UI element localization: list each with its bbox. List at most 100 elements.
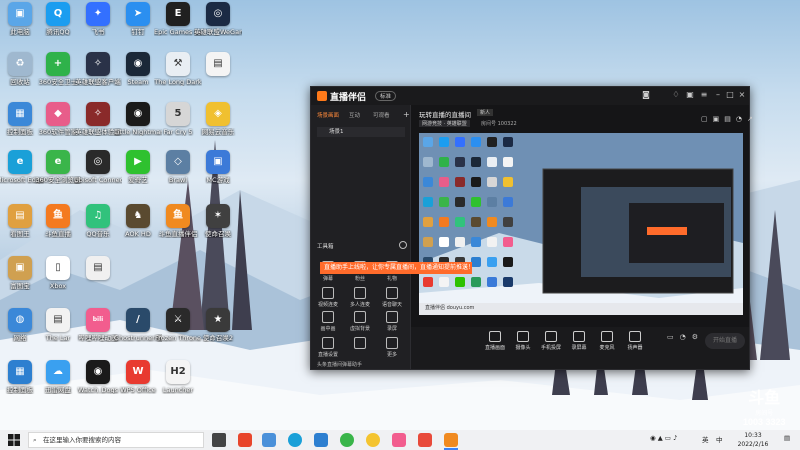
tab-viewable[interactable]: 可观看 xyxy=(373,111,390,119)
notification-toast[interactable]: 直播助手上线啦，让你专属直播间，直播通知提前推送！ × xyxy=(320,262,475,274)
category-label[interactable]: 网游竞技 · 英雄联盟 xyxy=(419,120,470,127)
tool-icon xyxy=(354,311,366,323)
toolbox-item[interactable]: 多人连麦 xyxy=(347,287,373,313)
notification-icon[interactable]: ▤ xyxy=(784,434,790,442)
menu-icon[interactable]: ≡ xyxy=(699,90,709,100)
toolbox-toggle-icon[interactable] xyxy=(399,241,407,249)
preview-icon xyxy=(487,217,497,227)
toolbox-item[interactable]: 视频连麦 xyxy=(315,287,341,313)
settings-icons[interactable]: ▭◔⚙ xyxy=(667,333,704,341)
close-icon[interactable]: × xyxy=(737,90,747,100)
explorer-taskbar-icon[interactable] xyxy=(262,433,276,447)
browser360-taskbar-icon[interactable] xyxy=(340,433,354,447)
tab-interact[interactable]: 互动 xyxy=(349,111,360,119)
preview-toolbar-icons[interactable]: ▢▣▤◔↗ xyxy=(701,115,758,123)
tool-label: 语音聊天 xyxy=(381,302,402,308)
app-titlebar[interactable]: 直播伴侣 标准 ◙ ♢ ▣ ≡ – □ × xyxy=(311,87,749,105)
toolbox-item[interactable]: 更多 xyxy=(379,337,405,363)
preview-icon xyxy=(487,157,497,167)
app-icon: ⚔ xyxy=(166,308,190,332)
taskbar-clock[interactable]: 10:33 2022/2/16 xyxy=(728,431,778,449)
app-icon: / xyxy=(126,308,150,332)
toast-close-icon[interactable]: × xyxy=(463,262,468,274)
toolbox-item[interactable]: 直播设置 xyxy=(315,337,341,363)
tool-label: 弹幕 xyxy=(322,276,333,282)
tool-icon xyxy=(386,337,398,349)
app-icon: ✦ xyxy=(86,2,110,26)
app-icon: ⚒ xyxy=(166,52,190,76)
gift-icon[interactable]: ▣ xyxy=(685,90,695,100)
desktop-icon[interactable]: ✶ 使命召唤 xyxy=(194,204,242,252)
control-item[interactable]: 录屏幕 xyxy=(565,331,593,351)
app-icon: H2 xyxy=(166,360,190,384)
tray-icons[interactable]: ◉ ▲ ▭ ♪ xyxy=(650,434,677,442)
app-icon: 鱼 xyxy=(46,204,70,228)
bilibili-taskbar-icon[interactable] xyxy=(392,433,406,447)
edge-taskbar-icon[interactable] xyxy=(288,433,302,447)
preview-icon xyxy=(439,137,449,147)
tool-label: 直播设置 xyxy=(317,352,338,358)
app-icon: bili xyxy=(86,308,110,332)
control-item[interactable]: 麦克风 xyxy=(593,331,621,351)
bell-icon[interactable]: ♢ xyxy=(671,90,681,100)
control-item[interactable]: 扬声器 xyxy=(621,331,649,351)
control-item[interactable]: 直播画面 xyxy=(481,331,509,351)
desktop-icon[interactable]: H2 Launcher xyxy=(154,360,202,408)
office-taskbar-icon[interactable] xyxy=(238,433,252,447)
app-icon: ▶ xyxy=(126,150,150,174)
preview-icon xyxy=(503,217,513,227)
scene-item[interactable]: 场景1 xyxy=(317,127,405,137)
start-live-button[interactable]: 开始直播 xyxy=(705,333,745,349)
scene-label: 场景1 xyxy=(329,129,344,135)
maximize-icon[interactable]: □ xyxy=(725,90,735,100)
desktop-icon[interactable]: ▤ xyxy=(74,256,122,304)
add-scene-icon[interactable]: + xyxy=(403,110,410,119)
tab-scene[interactable]: 场景画面 xyxy=(317,111,339,119)
control-item[interactable]: 摄像头 xyxy=(509,331,537,351)
preview-icon xyxy=(455,137,465,147)
desktop-icon-label: MC游戏 xyxy=(206,176,230,184)
control-item[interactable]: 手机投屏 xyxy=(537,331,565,351)
toolbox-item[interactable]: 虚拟背景 xyxy=(347,311,373,337)
minimize-icon[interactable]: – xyxy=(713,90,723,100)
version-badge[interactable]: 标准 xyxy=(375,91,397,101)
taskbar-search-input[interactable]: ⌕ 在这里输入你要搜索的内容 xyxy=(28,432,204,448)
chrome-taskbar-icon[interactable] xyxy=(366,433,380,447)
app-taskbar-icon[interactable] xyxy=(418,433,432,447)
stream-title[interactable]: 玩转直播的直播间 xyxy=(419,109,471,119)
desktop-icon[interactable]: ◎ 英雄联盟WeGame版 xyxy=(194,2,242,50)
douyu-companion-taskbar-icon[interactable] xyxy=(444,433,458,447)
toolbox-item[interactable] xyxy=(347,337,373,363)
preview-icon xyxy=(439,237,449,247)
task-view-icon[interactable] xyxy=(212,433,226,447)
desktop-icon[interactable]: ★ 使命召唤2 xyxy=(194,308,242,356)
preview-icon xyxy=(503,177,513,187)
desktop-icon[interactable]: ▣ MC游戏 xyxy=(194,150,242,198)
app-icon: Q xyxy=(46,2,70,26)
ime-indicator[interactable]: 中 xyxy=(716,434,723,444)
toolbox-item[interactable]: 录屏 xyxy=(379,311,405,337)
control-icon xyxy=(601,331,613,342)
mail-taskbar-icon[interactable] xyxy=(314,433,328,447)
app-icon: ◍ xyxy=(8,308,32,332)
preview-icon xyxy=(471,217,481,227)
avatar-icon[interactable]: ◙ xyxy=(641,90,651,100)
desktop-icon[interactable]: ▤ xyxy=(194,52,242,100)
stream-preview[interactable]: 直播伴侣 douyu.com xyxy=(419,133,743,315)
preview-icon xyxy=(455,157,465,167)
app-icon: W xyxy=(126,360,150,384)
lang-mode[interactable]: 英 xyxy=(702,434,709,444)
desktop-icon[interactable]: ◈ 网易云音乐 xyxy=(194,102,242,150)
tool-icon xyxy=(386,287,398,299)
app-icon: 鱼 xyxy=(166,204,190,228)
app-icon: ◎ xyxy=(86,150,110,174)
preview-url: 直播伴侣 douyu.com xyxy=(425,305,475,311)
toolbox-item[interactable]: 画中画 xyxy=(315,311,341,337)
windows-start-icon[interactable] xyxy=(8,434,20,446)
preview-icon xyxy=(439,197,449,207)
toolbox-item[interactable]: 语音聊天 xyxy=(379,287,405,313)
toast-text: 直播助手上线啦，让你专属直播间，直播通知提前推送！ xyxy=(324,264,475,271)
app-icon: ☁ xyxy=(46,360,70,384)
app-icon: ◉ xyxy=(86,360,110,384)
app-icon: ✧ xyxy=(86,52,110,76)
